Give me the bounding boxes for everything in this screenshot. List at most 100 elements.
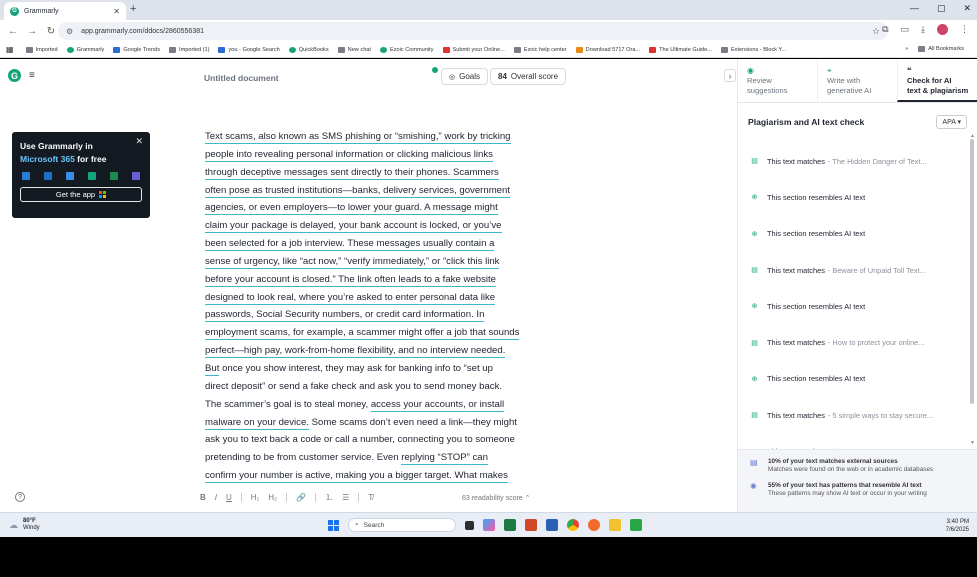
bookmark-item[interactable]: New chat [337,46,371,53]
plagiarism-match-item[interactable]: ▤ This text matches - 5 simple ways to sta… [738,397,970,433]
ai-text-item[interactable]: ⊕ This section resembles AI text [738,288,970,324]
ai-text-item[interactable]: ⊕ This section resembles AI text [738,216,970,252]
bookmark-item[interactable]: Ezoic help center [513,46,567,53]
text-line[interactable]: often pose as trusted institutions—banks… [205,182,555,200]
flagged-text-span[interactable]: been selected for a job interview. These… [205,238,495,252]
text-line[interactable]: malware on your device. Some scams don’t… [205,414,555,432]
system-clock[interactable]: 3:40 PM 7/6/2025 [946,518,969,534]
collapse-panel-icon[interactable]: › [724,69,736,82]
text-line[interactable]: passwords, Social Security numbers, or c… [205,306,555,324]
flagged-text-span[interactable]: sense of urgency, like “act now,” “verif… [205,255,500,269]
text-line[interactable]: But once you show interest, they may ask… [205,360,555,378]
text-line[interactable]: pretending to be from customer service. … [205,449,555,467]
menu-icon[interactable]: ⋮ [960,24,969,35]
tab-generative-ai[interactable]: ⌖ Write with generative AI [817,59,897,102]
plagiarism-match-item[interactable]: ▤ This text matches - The Hidden Danger of… [738,143,970,179]
flagged-text-span[interactable]: But [205,362,220,376]
bookmark-item[interactable]: The Ultimate Guide... [649,46,712,53]
flagged-text-span[interactable]: designed to look real, where you’re aske… [205,291,496,305]
plagiarism-match-item[interactable]: ▤ This text matches - How to protect your … [738,324,970,360]
citation-style-select[interactable]: APA ▾ [936,115,967,129]
file-explorer-icon[interactable] [609,519,621,531]
task-view-icon[interactable] [465,520,474,530]
scroll-down-icon[interactable]: ▼ [970,440,975,446]
text-line[interactable]: claim your package is delayed, your bank… [205,217,555,235]
menu-icon[interactable]: ≡ [29,70,35,81]
underline-icon[interactable]: U [226,493,232,502]
text-line[interactable]: through deceptive messages sent directly… [205,164,555,182]
bookmark-item[interactable]: Imported [25,46,58,53]
flagged-text-span[interactable]: through deceptive messages sent directly… [205,166,499,180]
bookmark-item[interactable]: Ezoic Community [379,46,434,53]
clear-formatting-icon[interactable]: T̸ [368,493,373,502]
taskbar-search[interactable]: ⌕ Search [348,518,456,532]
close-promo-icon[interactable]: ✕ [135,136,143,147]
excel-icon[interactable] [504,519,516,531]
flagged-text-span[interactable]: people into revealing personal informati… [205,148,493,162]
text-line[interactable]: The scammer’s goal is to steal money, ac… [205,396,555,414]
numbered-list-icon[interactable]: ⒈ [325,492,333,503]
get-the-app-button[interactable]: Get the app [20,187,142,202]
cast-icon[interactable]: ▭ [901,24,910,35]
extensions-icon[interactable]: ⧉ [882,24,888,35]
flagged-text-span[interactable]: access your accounts, or install [370,398,505,412]
maximize-icon[interactable]: ▢ [937,3,946,14]
text-line[interactable]: direct deposit” or send a fake check and… [205,378,555,396]
powerpoint-icon[interactable] [525,519,537,531]
link-icon[interactable]: 🔗 [296,493,306,502]
flagged-text-span[interactable]: often pose as trusted institutions—banks… [205,184,511,198]
new-tab-icon[interactable]: + [130,3,136,15]
flagged-text-span[interactable]: perfect—high pay, work-from-home flexibi… [205,345,506,359]
profile-avatar[interactable] [937,24,948,35]
more-bookmarks-icon[interactable]: » [905,46,908,52]
tab-ai-plagiarism-check[interactable]: ❝ Check for AI text & plagiarism [897,59,977,102]
grammarly-logo-icon[interactable]: G [8,69,21,82]
tab-review-suggestions[interactable]: ◉ Review suggestions [738,59,817,102]
italic-icon[interactable]: I [215,493,217,502]
ai-text-item[interactable]: ⊕ This section resembles AI text [738,361,970,397]
text-line[interactable]: sense of urgency, like “act now,” “verif… [205,253,555,271]
flagged-text-span[interactable]: Text scams, also known as SMS phishing o… [205,131,511,144]
weather-widget[interactable]: ☁ 80°F Windy [9,518,40,532]
panel-scrollbar[interactable] [970,139,974,404]
bookmark-item[interactable]: Imported (1) [169,46,209,53]
forward-icon[interactable]: → [26,26,38,37]
ai-text-item[interactable]: ⊕ This section resembles AI text [738,179,970,215]
browser-tab-grammarly[interactable]: G Grammarly ✕ [4,2,126,20]
flagged-text-span[interactable]: passwords, Social Security numbers, or c… [205,309,485,323]
bulleted-list-icon[interactable]: ☰ [342,493,349,502]
apps-icon[interactable]: ▦ [6,45,14,54]
downloads-icon[interactable]: ⤓ [921,24,925,35]
text-line[interactable]: employment scams, for example, a scammer… [205,324,555,342]
flagged-text-span[interactable]: employment scams, for example, a scammer… [205,327,520,341]
heading2-icon[interactable]: H₂ [268,493,277,502]
text-line[interactable]: confirm your number is active, making yo… [205,467,555,485]
site-info-icon[interactable]: ⚙ [66,27,73,36]
start-button[interactable] [328,519,339,531]
flagged-text-span[interactable]: replying “STOP” can [401,452,488,466]
app-icon[interactable] [630,519,642,531]
bookmark-star-icon[interactable]: ☆ [872,26,880,37]
text-line[interactable]: ask you to text back a code or call a nu… [205,431,555,449]
firefox-icon[interactable] [588,519,600,531]
bookmark-item[interactable]: Submit your Online... [442,46,505,53]
chrome-icon[interactable] [567,519,579,531]
back-icon[interactable]: ← [7,26,19,37]
bold-icon[interactable]: B [200,493,206,502]
word-icon[interactable] [546,519,558,531]
text-line[interactable]: designed to look real, where you’re aske… [205,289,555,307]
readability-score-button[interactable]: 63 readability score ⌃ [462,494,531,502]
close-window-icon[interactable]: ✕ [963,3,971,14]
bookmark-item[interactable]: Download 5717 Ora... [575,46,640,53]
text-line[interactable]: before your account is closed.” The link… [205,271,555,289]
text-line[interactable]: perfect—high pay, work-from-home flexibi… [205,342,555,360]
bookmark-item[interactable]: Extensions - Block Y... [720,46,786,53]
flagged-text-span[interactable]: claim your package is delayed, your bank… [205,220,502,234]
flagged-text-span[interactable]: agencies, or even employers—to lower you… [205,202,498,216]
heading1-icon[interactable]: H₁ [251,493,259,502]
url-input[interactable]: ⚙ app.grammarly.com/ddocs/2860556381 ☆ [58,22,888,40]
close-tab-icon[interactable]: ✕ [113,7,120,16]
plagiarism-match-item[interactable]: ▤ This text matches - Beware of Unpaid Tol… [738,252,970,288]
bookmark-item[interactable]: you - Google Search [218,46,280,53]
text-line[interactable]: been selected for a job interview. These… [205,235,555,253]
